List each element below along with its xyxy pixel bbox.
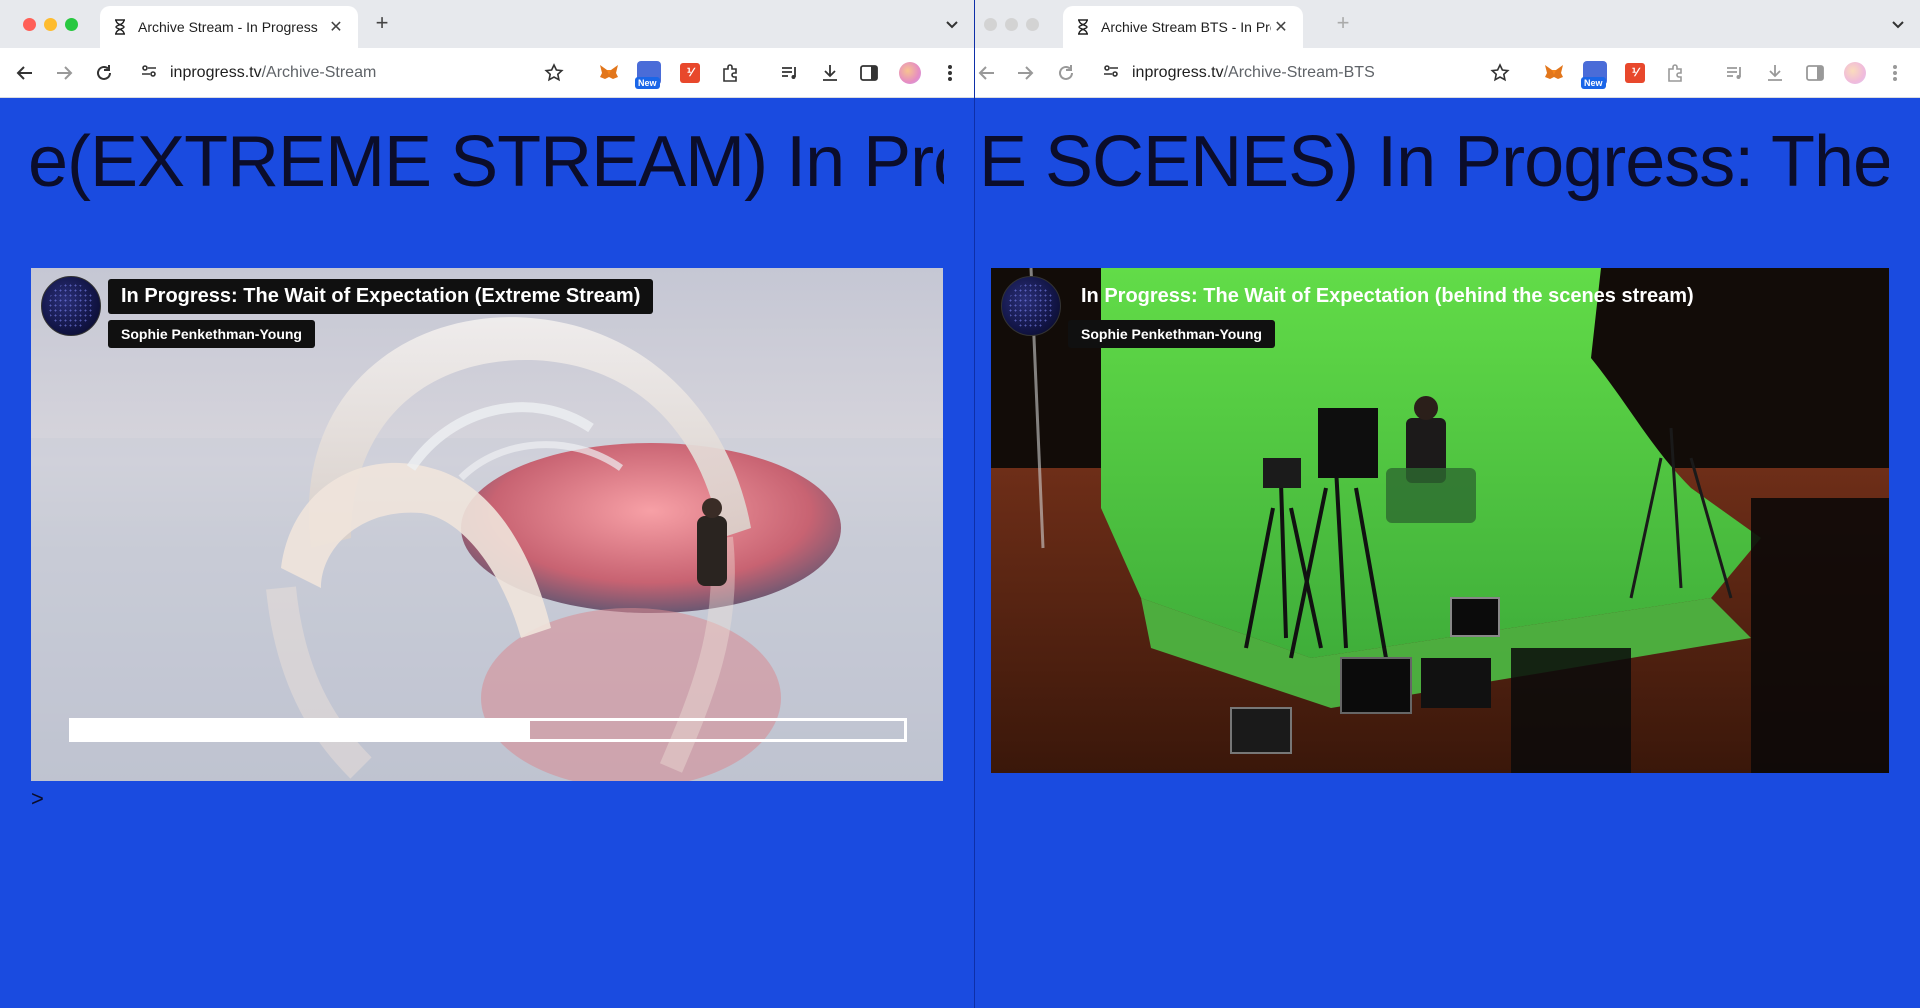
download-icon[interactable] xyxy=(818,61,842,85)
reload-button[interactable] xyxy=(92,61,116,85)
close-window-button[interactable] xyxy=(23,18,36,31)
more-menu-icon[interactable] xyxy=(1883,61,1907,85)
address-bar[interactable]: inprogress.tv/Archive-Stream-BTS xyxy=(1102,55,1522,91)
download-icon[interactable] xyxy=(1763,61,1787,85)
new-tab-button[interactable]: + xyxy=(370,12,394,36)
extension-new-icon[interactable]: New xyxy=(1581,61,1607,89)
scrolling-marquee-title: E SCENES) In Progress: The W xyxy=(979,122,1889,202)
media-control-icon[interactable] xyxy=(1723,61,1747,85)
browser-toolbar: inprogress.tv/Archive-Stream New ⅟ xyxy=(0,48,974,98)
address-bar[interactable]: inprogress.tv/Archive-Stream xyxy=(140,55,560,91)
new-tab-button[interactable]: + xyxy=(1331,12,1355,36)
channel-avatar[interactable] xyxy=(41,276,101,336)
metamask-extension-icon[interactable] xyxy=(597,61,621,85)
side-panel-icon[interactable] xyxy=(857,61,881,85)
extension-new-icon[interactable]: New xyxy=(635,61,661,89)
hourglass-icon xyxy=(1075,19,1091,35)
tab-strip: Archive Stream BTS - In Prog ✕ + xyxy=(975,0,1920,48)
maximize-window-button[interactable] xyxy=(1026,18,1039,31)
url-text: inprogress.tv/Archive-Stream-BTS xyxy=(1132,64,1375,82)
terminal-prompt: > xyxy=(31,786,44,811)
close-window-button[interactable] xyxy=(984,18,997,31)
video-player-extreme-stream[interactable]: In Progress: The Wait of Expectation (Ex… xyxy=(31,268,943,781)
profile-avatar[interactable] xyxy=(898,61,922,85)
video-player-bts-stream[interactable]: In Progress: The Wait of Expectation (be… xyxy=(991,268,1889,773)
browser-toolbar: inprogress.tv/Archive-Stream-BTS New ⅟ xyxy=(975,48,1920,98)
extensions-puzzle-icon[interactable] xyxy=(718,61,742,85)
forward-button[interactable] xyxy=(52,61,76,85)
site-settings-icon[interactable] xyxy=(1102,62,1120,85)
tab-title: Archive Stream BTS - In Prog xyxy=(1101,19,1271,35)
tab-search-chevron-icon[interactable] xyxy=(1888,14,1908,34)
tab-archive-stream-bts[interactable]: Archive Stream BTS - In Prog ✕ xyxy=(1063,6,1303,48)
back-button[interactable] xyxy=(13,61,37,85)
url-text: inprogress.tv/Archive-Stream xyxy=(170,64,376,82)
reload-button[interactable] xyxy=(1054,61,1078,85)
minimize-window-button[interactable] xyxy=(1005,18,1018,31)
new-badge: New xyxy=(635,77,660,89)
video-author: Sophie Penkethman-Young xyxy=(108,320,315,348)
metamask-extension-icon[interactable] xyxy=(1542,61,1566,85)
browser-window-left: Archive Stream - In Progress ✕ + inprogr… xyxy=(0,0,975,1008)
url-path: /Archive-Stream-BTS xyxy=(1223,64,1375,81)
close-tab-icon[interactable]: ✕ xyxy=(1271,17,1291,37)
forward-button[interactable] xyxy=(1013,61,1037,85)
browser-window-right: Archive Stream BTS - In Prog ✕ + inprogr… xyxy=(975,0,1920,1008)
hourglass-icon xyxy=(112,19,128,35)
translate-extension-icon[interactable]: ⅟ xyxy=(1623,61,1647,85)
back-button[interactable] xyxy=(975,61,999,85)
video-author: Sophie Penkethman-Young xyxy=(1068,320,1275,348)
tab-archive-stream[interactable]: Archive Stream - In Progress ✕ xyxy=(100,6,358,48)
profile-avatar[interactable] xyxy=(1843,61,1867,85)
url-domain: inprogress.tv xyxy=(170,64,262,81)
side-panel-icon[interactable] xyxy=(1803,61,1827,85)
video-title: In Progress: The Wait of Expectation (Ex… xyxy=(108,279,654,314)
translate-extension-icon[interactable]: ⅟ xyxy=(678,61,702,85)
video-progress-bar[interactable] xyxy=(69,718,907,742)
extensions-puzzle-icon[interactable] xyxy=(1663,61,1687,85)
tab-title: Archive Stream - In Progress xyxy=(138,19,318,35)
new-badge: New xyxy=(1581,77,1606,89)
media-control-icon[interactable] xyxy=(778,61,802,85)
tab-search-chevron-icon[interactable] xyxy=(942,14,962,34)
close-tab-icon[interactable]: ✕ xyxy=(326,17,346,37)
bookmark-star-icon[interactable] xyxy=(542,61,566,85)
url-path: /Archive-Stream xyxy=(261,64,377,81)
channel-avatar[interactable] xyxy=(1001,276,1061,336)
maximize-window-button[interactable] xyxy=(65,18,78,31)
bookmark-star-icon[interactable] xyxy=(1488,61,1512,85)
minimize-window-button[interactable] xyxy=(44,18,57,31)
site-settings-icon[interactable] xyxy=(140,62,158,85)
url-domain: inprogress.tv xyxy=(1132,64,1224,81)
video-title: In Progress: The Wait of Expectation (be… xyxy=(1081,285,1694,307)
tab-strip: Archive Stream - In Progress ✕ + xyxy=(0,0,974,48)
video-progress-fill xyxy=(72,721,530,739)
scrolling-marquee-title: e(EXTREME STREAM) In Prog xyxy=(28,122,944,202)
more-menu-icon[interactable] xyxy=(938,61,962,85)
